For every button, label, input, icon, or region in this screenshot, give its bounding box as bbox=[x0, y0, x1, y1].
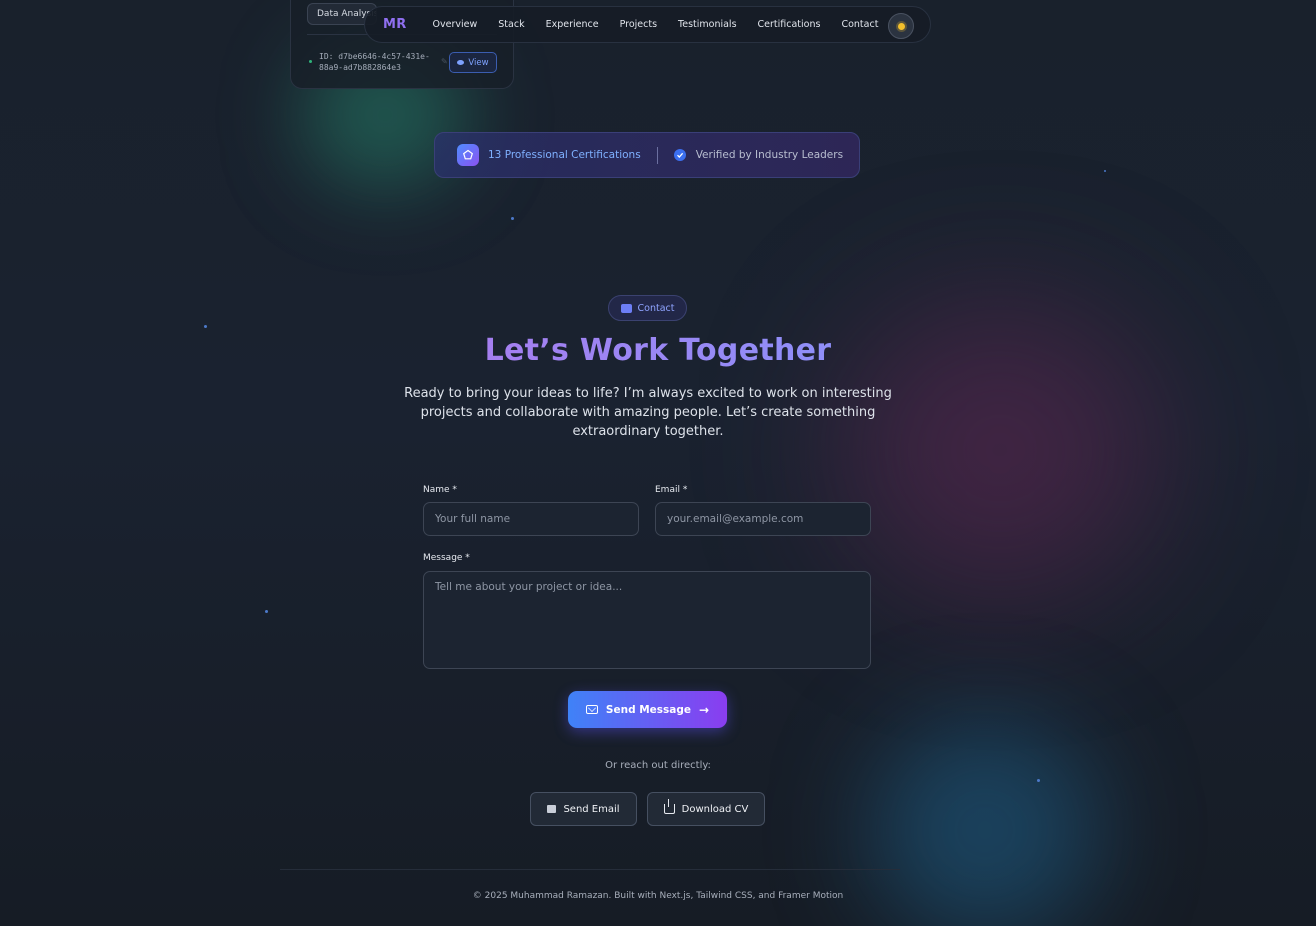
theme-toggle-button[interactable] bbox=[888, 13, 914, 39]
background-dot bbox=[265, 610, 268, 613]
download-cv-button[interactable]: Download CV bbox=[647, 792, 765, 826]
section-title: Let’s Work Together bbox=[0, 333, 1316, 368]
contact-section-badge: Contact bbox=[608, 295, 687, 321]
award-icon bbox=[457, 144, 479, 166]
nav-link-contact[interactable]: Contact bbox=[841, 19, 878, 30]
footer-divider bbox=[280, 869, 900, 870]
view-button[interactable]: View bbox=[449, 52, 497, 73]
section-subtitle: Ready to bring your ideas to life? I’m a… bbox=[404, 386, 892, 439]
certification-id: ID: d7be6646-4c57-431e-88a9-ad7b882864e3 bbox=[319, 52, 430, 72]
nav-link-overview[interactable]: Overview bbox=[433, 19, 478, 30]
message-label: Message * bbox=[423, 553, 470, 563]
message-textarea[interactable] bbox=[423, 571, 871, 669]
background-dot bbox=[1104, 170, 1106, 172]
mailbox-icon bbox=[547, 805, 557, 813]
send-message-label: Send Message bbox=[605, 703, 692, 716]
sun-icon bbox=[897, 22, 905, 30]
logo[interactable]: MR bbox=[383, 17, 407, 32]
top-navigation: MR Overview Stack Experience Projects Te… bbox=[364, 6, 931, 43]
edit-icon: ✎ bbox=[441, 57, 448, 66]
reach-out-text: Or reach out directly: bbox=[605, 760, 711, 771]
background-dot bbox=[204, 325, 207, 328]
footer-text: © 2025 Muhammad Ramazan. Built with Next… bbox=[472, 891, 844, 901]
send-email-label: Send Email bbox=[563, 803, 620, 815]
banner-divider bbox=[656, 146, 658, 164]
send-message-button[interactable]: Send Message → bbox=[568, 691, 727, 728]
eye-icon bbox=[457, 60, 465, 65]
status-dot bbox=[309, 60, 312, 63]
view-button-label: View bbox=[468, 57, 489, 68]
contact-badge-label: Contact bbox=[637, 302, 675, 314]
background-dot bbox=[1037, 779, 1040, 782]
section-title-text: Let’s Work Together bbox=[484, 333, 832, 368]
email-label: Email * bbox=[655, 485, 688, 495]
nav-link-experience[interactable]: Experience bbox=[546, 19, 599, 30]
chat-bubble-icon bbox=[620, 303, 632, 313]
mail-icon bbox=[585, 705, 598, 714]
page: Data Analysis ID: d7be6646-4c57-431e-88a… bbox=[0, 0, 1316, 926]
name-input[interactable] bbox=[423, 502, 639, 536]
email-input[interactable] bbox=[655, 502, 871, 536]
verified-text: Verified by Industry Leaders bbox=[695, 149, 844, 161]
name-label: Name * bbox=[423, 485, 457, 495]
send-email-button[interactable]: Send Email bbox=[530, 792, 637, 826]
nav-link-testimonials[interactable]: Testimonials bbox=[678, 19, 736, 30]
certifications-count: 13 Professional Certifications bbox=[488, 149, 641, 161]
verified-check-icon bbox=[673, 149, 686, 161]
nav-link-projects[interactable]: Projects bbox=[620, 19, 657, 30]
nav-link-stack[interactable]: Stack bbox=[498, 19, 524, 30]
nav-link-certifications[interactable]: Certifications bbox=[758, 19, 821, 30]
certifications-banner: 13 Professional Certifications Verified … bbox=[434, 132, 860, 178]
background-dot bbox=[511, 217, 514, 220]
arrow-right-icon: → bbox=[699, 702, 710, 717]
download-icon bbox=[663, 799, 675, 814]
download-cv-label: Download CV bbox=[681, 803, 749, 815]
